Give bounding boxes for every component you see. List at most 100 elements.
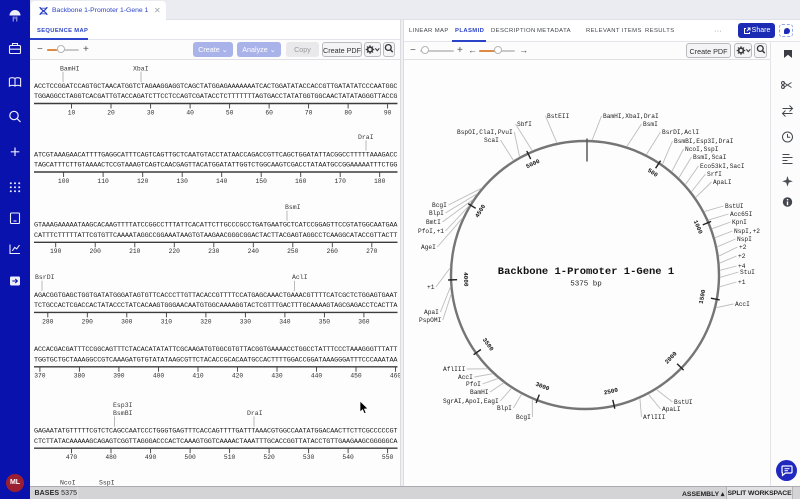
svg-text:CTCTTATACAAAAAGCAGAGTCGGTTAGGG: CTCTTATACAAAAAGCAGAGTCGGTTAGGGACCCACTCAA… <box>34 438 398 446</box>
svg-text:ScaI: ScaI <box>484 137 499 144</box>
svg-text:SrfI: SrfI <box>707 171 722 178</box>
svg-text:TAGCATTTCTTGTAAAACTCCGTAAAGTCA: TAGCATTTCTTGTAAAACTCCGTAAAGTCAGTCAACGAGT… <box>34 162 398 170</box>
svg-text:GTAAAGAAAAATAAGCACAAGTTTTATCCG: GTAAAGAAAAATAAGCACAAGTTTTATCCGGCCTTTATTC… <box>34 222 398 230</box>
svg-text:ApaLI: ApaLI <box>713 179 732 186</box>
svg-text:1500: 1500 <box>698 289 708 305</box>
svg-text:KpnI: KpnI <box>732 219 747 226</box>
svg-text:190: 190 <box>50 248 62 255</box>
svg-text:BstUI: BstUI <box>674 399 693 406</box>
svg-text:AclI: AclI <box>292 274 308 281</box>
svg-text:380: 380 <box>74 373 86 380</box>
svg-text:320: 320 <box>200 318 212 325</box>
svg-text:60: 60 <box>265 109 273 116</box>
svg-text:260: 260 <box>327 248 339 255</box>
svg-text:2500: 2500 <box>603 387 619 397</box>
svg-text:+1: +1 <box>738 279 746 286</box>
svg-text:20: 20 <box>107 109 115 116</box>
svg-text:5000: 5000 <box>525 158 541 171</box>
svg-text:AGACGGTGAGCTGGTGATATGGGATAGTGT: AGACGGTGAGCTGGTGATATGGGATAGTGTTCACCCTTGT… <box>34 292 398 300</box>
svg-text:XbaI: XbaI <box>133 65 149 72</box>
svg-text:AccI: AccI <box>458 374 473 381</box>
svg-text:TGGAGGCCTAGGTCACGATTGTACCAGATC: TGGAGGCCTAGGTCACGATTGTACCAGATCTTCCTCCAGT… <box>34 93 398 101</box>
svg-text:310: 310 <box>161 318 173 325</box>
svg-text:550: 550 <box>382 454 394 461</box>
svg-text:540: 540 <box>342 454 354 461</box>
svg-text:DraI: DraI <box>358 134 374 141</box>
svg-text:1000: 1000 <box>692 219 704 235</box>
svg-text:NspI,+2: NspI,+2 <box>734 228 760 235</box>
svg-text:BcgI: BcgI <box>432 202 447 209</box>
svg-text:490: 490 <box>145 454 157 461</box>
svg-text:530: 530 <box>303 454 315 461</box>
svg-text:250: 250 <box>287 248 299 255</box>
svg-text:NspI: NspI <box>737 236 752 243</box>
svg-text:140: 140 <box>216 178 228 185</box>
svg-text:GAGAATATGTTTTTCGTCTCAGCCAATCCC: GAGAATATGTTTTTCGTCTCAGCCAATCCCTGGGTGAGTT… <box>34 428 398 436</box>
svg-text:470: 470 <box>66 454 78 461</box>
svg-text:BamHI: BamHI <box>60 65 80 72</box>
svg-text:AgeI: AgeI <box>421 244 436 251</box>
svg-text:AflIII: AflIII <box>643 414 666 421</box>
svg-text:PfoI: PfoI <box>466 381 481 388</box>
svg-text:BlpI: BlpI <box>429 210 444 217</box>
svg-text:4500: 4500 <box>474 203 488 219</box>
svg-text:90: 90 <box>384 109 392 116</box>
svg-text:5375 bp: 5375 bp <box>570 281 602 289</box>
svg-text:240: 240 <box>248 248 260 255</box>
svg-text:ATCGTAAAGAACATTTTGAGGCATTTCAGT: ATCGTAAAGAACATTTTGAGGCATTTCAGTCAGTTGCTCA… <box>34 151 398 159</box>
svg-text:350: 350 <box>319 318 331 325</box>
svg-text:4000: 4000 <box>462 272 470 287</box>
svg-text:NcoI,SspI: NcoI,SspI <box>685 146 719 153</box>
svg-text:210: 210 <box>129 248 141 255</box>
svg-text:300: 300 <box>121 318 133 325</box>
svg-text:400: 400 <box>153 373 165 380</box>
svg-text:StuI: StuI <box>740 269 755 276</box>
svg-text:340: 340 <box>279 318 291 325</box>
svg-text:390: 390 <box>113 373 125 380</box>
svg-text:330: 330 <box>240 318 252 325</box>
svg-text:TCTGCCACTCGACCACTATACCCTATCACA: TCTGCCACTCGACCACTATACCCTATCACAAGTGGGAACA… <box>34 302 398 310</box>
svg-text:40: 40 <box>186 109 194 116</box>
svg-text:+2: +2 <box>739 244 747 251</box>
svg-text:SgrAI,ApoI,EagI: SgrAI,ApoI,EagI <box>443 398 499 405</box>
svg-text:BsrDI: BsrDI <box>35 274 55 281</box>
svg-text:BsrDI,AclI: BsrDI,AclI <box>662 129 699 136</box>
svg-text:BsmI: BsmI <box>285 204 301 211</box>
svg-text:290: 290 <box>82 318 94 325</box>
svg-text:BcgI: BcgI <box>516 414 531 421</box>
svg-text:150: 150 <box>256 178 268 185</box>
svg-text:ApaI: ApaI <box>424 309 439 316</box>
svg-text:220: 220 <box>169 248 181 255</box>
svg-text:410: 410 <box>192 373 204 380</box>
svg-text:2000: 2000 <box>663 350 678 366</box>
svg-text:ACCACGACGATTTCCGGCAGTTTCTACACA: ACCACGACGATTTCCGGCAGTTTCTACACATATATTCGCA… <box>34 346 398 354</box>
svg-text:PfoI,+1: PfoI,+1 <box>418 228 444 235</box>
svg-text:170: 170 <box>335 178 347 185</box>
svg-text:70: 70 <box>305 109 313 116</box>
svg-text:PspOMI: PspOMI <box>419 317 442 324</box>
svg-text:BmtI: BmtI <box>426 219 441 226</box>
svg-text:280: 280 <box>42 318 54 325</box>
svg-text:BsmI: BsmI <box>643 121 658 128</box>
svg-text:Esp3I: Esp3I <box>113 402 133 409</box>
svg-text:ApaLI: ApaLI <box>662 406 681 413</box>
svg-text:480: 480 <box>105 454 117 461</box>
svg-text:BamHI: BamHI <box>470 389 489 396</box>
svg-text:+1: +1 <box>427 284 435 291</box>
svg-text:420: 420 <box>232 373 244 380</box>
svg-text:80: 80 <box>344 109 352 116</box>
svg-text:130: 130 <box>177 178 189 185</box>
svg-text:BsmBI: BsmBI <box>113 410 133 417</box>
svg-text:Acc65I: Acc65I <box>730 211 753 218</box>
svg-text:180: 180 <box>374 178 386 185</box>
svg-text:AccI: AccI <box>735 301 750 308</box>
svg-text:BamHI,XbaI,DraI: BamHI,XbaI,DraI <box>603 113 659 120</box>
svg-text:430: 430 <box>271 373 283 380</box>
svg-text:BstUI: BstUI <box>725 203 744 210</box>
svg-text:100: 100 <box>58 178 70 185</box>
svg-text:BlpI: BlpI <box>497 405 512 412</box>
svg-text:230: 230 <box>208 248 220 255</box>
svg-text:160: 160 <box>295 178 307 185</box>
svg-text:BsmBI,Esp3I,DraI: BsmBI,Esp3I,DraI <box>674 138 734 145</box>
svg-text:440: 440 <box>311 373 323 380</box>
